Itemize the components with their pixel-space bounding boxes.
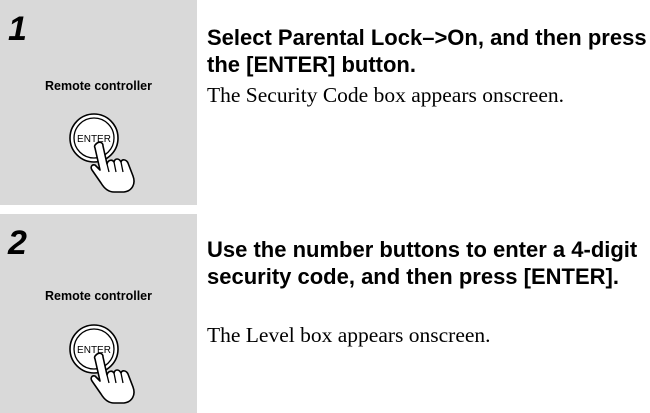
step1-remote-label: Remote controller — [45, 79, 152, 93]
step2-enter-hand-icon: ENTER — [69, 324, 135, 404]
step1-number: 1 — [8, 10, 27, 48]
step2-enter-button-label: ENTER — [77, 345, 111, 356]
step1-description: The Security Code box appears onscreen. — [207, 83, 565, 107]
step1-heading: Select Parental Lock–>On, and then press… — [207, 25, 647, 77]
step2-description: The Level box appears onscreen. — [207, 323, 491, 347]
step2-number: 2 — [8, 224, 27, 262]
step2-remote-label: Remote controller — [45, 289, 152, 303]
step1-enter-hand-icon: ENTER — [69, 113, 135, 193]
step2-heading: Use the number buttons to enter a 4-digi… — [207, 237, 638, 289]
step1-enter-button-label: ENTER — [77, 134, 111, 145]
